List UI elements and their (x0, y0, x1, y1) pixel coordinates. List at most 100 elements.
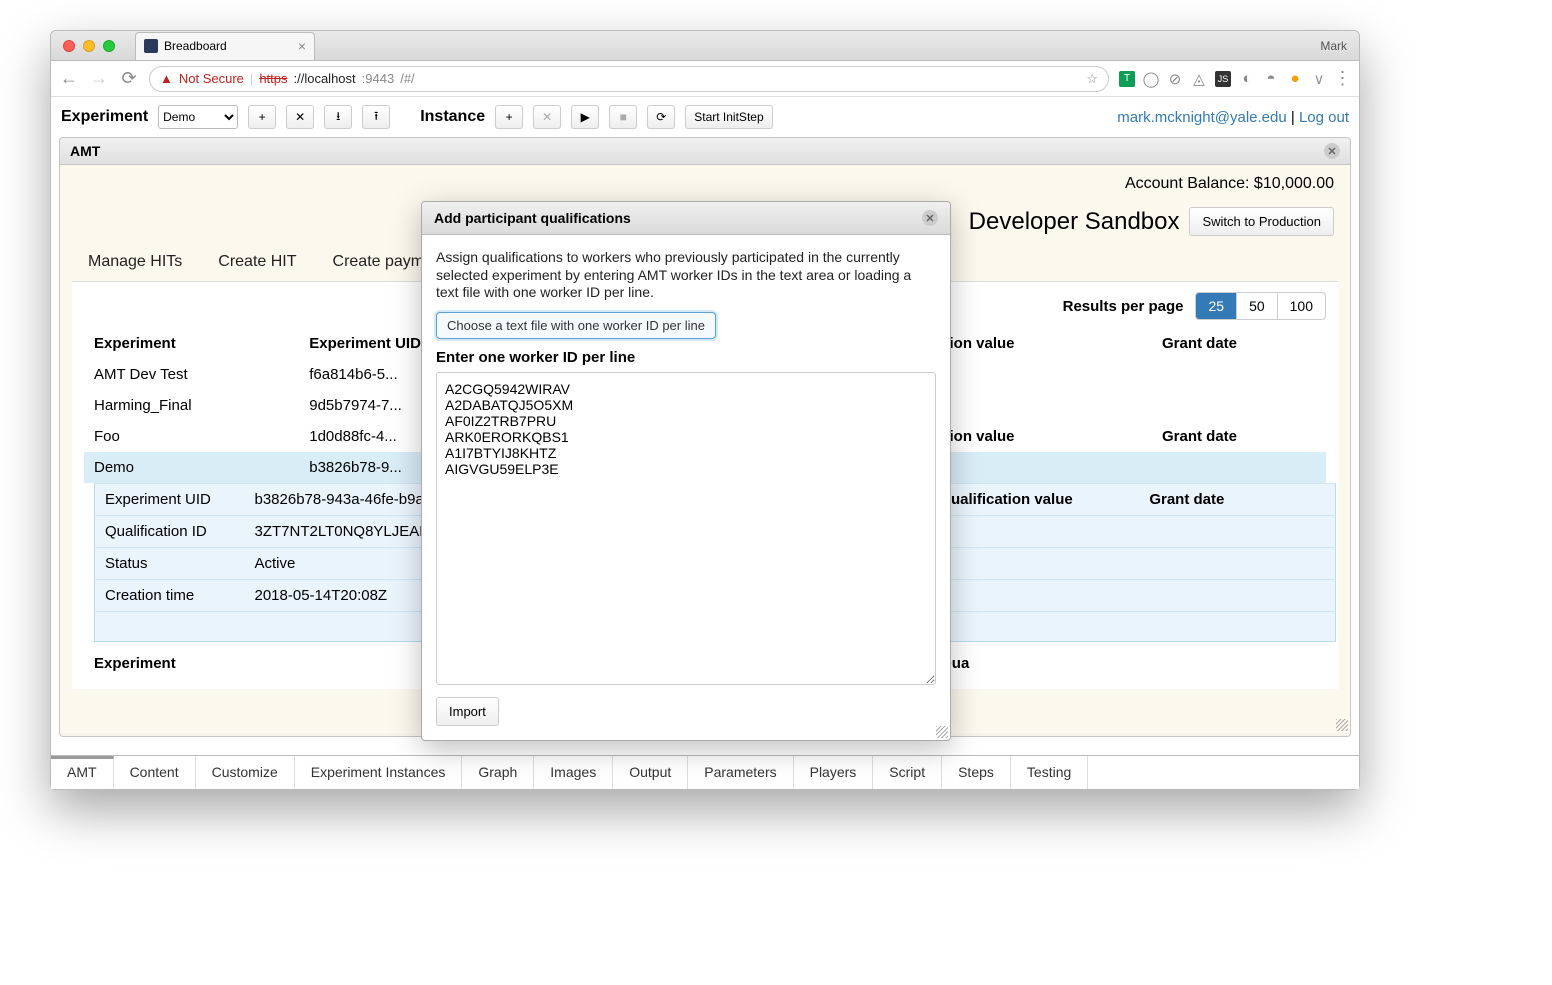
reload-icon[interactable]: ⟳ (119, 68, 139, 89)
import-button[interactable]: Import (436, 697, 499, 726)
footer-tab-graph[interactable]: Graph (462, 756, 534, 789)
favicon-icon (144, 39, 158, 53)
footer-tab-parameters[interactable]: Parameters (688, 756, 793, 789)
tab-create-hit[interactable]: Create HIT (218, 253, 296, 271)
start-initstep-button[interactable]: Start InitStep (685, 105, 772, 129)
modal-resize-grip[interactable] (936, 726, 948, 738)
footer-tab-instances[interactable]: Experiment Instances (295, 756, 463, 789)
sandbox-row: Developer Sandbox Switch to Production (969, 207, 1334, 236)
bookmark-icon[interactable]: ☆ (1086, 71, 1098, 87)
maximize-window-icon[interactable] (103, 40, 115, 52)
window-controls (51, 40, 115, 52)
extension-icons: T ◯ ⊘ ◬ JS ◐ ◓ ● ∨ ⋮ (1119, 71, 1351, 87)
experiment-label: Experiment (61, 108, 148, 126)
address-input[interactable]: ▲ Not Secure | https://localhost:9443/#/… (149, 66, 1109, 92)
url-scheme: https (259, 71, 287, 86)
ext-icon[interactable]: ∨ (1311, 71, 1327, 87)
results-25[interactable]: 25 (1196, 293, 1237, 319)
results-100[interactable]: 100 (1278, 293, 1325, 319)
th-experiment: Experiment (84, 328, 299, 359)
worker-ids-textarea[interactable] (436, 372, 936, 686)
delete-instance-button: ✕ (533, 105, 561, 129)
not-secure-label: Not Secure (179, 71, 244, 86)
stop-button: ■ (609, 105, 637, 129)
footer-tab-players[interactable]: Players (794, 756, 874, 789)
choose-file-button[interactable]: Choose a text file with one worker ID pe… (436, 312, 716, 339)
modal-header[interactable]: Add participant qualifications ✕ (422, 202, 950, 235)
ext-icon[interactable]: ⊘ (1167, 71, 1183, 87)
detail-label: Creation time (95, 580, 245, 612)
app-toolbar: Experiment Demo + ✕ ⭳ ⭱ Instance + ✕ ▶ ■… (51, 97, 1359, 137)
browser-window: Breadboard × Mark ← → ⟳ ▲ Not Secure | h… (50, 30, 1360, 790)
ext-icon[interactable]: T (1119, 71, 1135, 87)
forward-icon: → (89, 68, 109, 89)
import-button[interactable]: ⭱ (362, 105, 390, 129)
account-balance: Account Balance: $10,000.00 (1125, 175, 1334, 193)
results-segment: 25 50 100 (1195, 292, 1326, 320)
detail-label: Experiment UID (95, 484, 245, 516)
ext-icon[interactable]: JS (1215, 71, 1231, 87)
footer-tab-output[interactable]: Output (613, 756, 688, 789)
detail-label: Status (95, 548, 245, 580)
profile-label[interactable]: Mark (1320, 39, 1347, 53)
minimize-window-icon[interactable] (83, 40, 95, 52)
footer-tab-script[interactable]: Script (873, 756, 942, 789)
switch-production-button[interactable]: Switch to Production (1189, 207, 1334, 236)
instance-label: Instance (420, 108, 485, 126)
panel-header: AMT ✕ (60, 138, 1350, 165)
ext-icon[interactable]: ◯ (1143, 71, 1159, 87)
textarea-label: Enter one worker ID per line (436, 349, 936, 366)
url-bar: ← → ⟳ ▲ Not Secure | https://localhost:9… (51, 61, 1359, 97)
user-area: mark.mcknight@yale.edu | Log out (1117, 109, 1349, 126)
panel-resize-grip[interactable] (1336, 719, 1348, 731)
panel-title: AMT (70, 143, 100, 159)
logout-link[interactable]: Log out (1299, 109, 1349, 126)
add-instance-button[interactable]: + (495, 105, 523, 129)
th-grant: Grant date (1152, 328, 1326, 359)
url-port: :9443 (362, 71, 395, 86)
footer-tab-amt[interactable]: AMT (51, 756, 114, 789)
modal-description: Assign qualifications to workers who pre… (436, 249, 936, 302)
back-icon[interactable]: ← (59, 68, 79, 89)
th-qval: Qualification value (929, 484, 1139, 516)
tab-manage-hits[interactable]: Manage HITs (88, 253, 182, 271)
close-panel-icon[interactable]: ✕ (1324, 143, 1340, 159)
menu-icon[interactable]: ⋮ (1335, 71, 1351, 87)
th-qual: Qua (930, 648, 1108, 679)
experiment-select[interactable]: Demo (158, 105, 238, 129)
browser-tab[interactable]: Breadboard × (135, 32, 315, 60)
results-50[interactable]: 50 (1237, 293, 1278, 319)
modal-title: Add participant qualifications (434, 210, 631, 226)
url-path: /#/ (400, 71, 414, 86)
add-qualifications-modal: Add participant qualifications ✕ Assign … (421, 201, 951, 741)
footer-tab-content[interactable]: Content (114, 756, 196, 789)
footer-tabs: AMT Content Customize Experiment Instanc… (51, 755, 1359, 789)
refresh-button[interactable]: ⟳ (647, 105, 675, 129)
footer-tab-testing[interactable]: Testing (1011, 756, 1088, 789)
ext-icon[interactable]: ● (1287, 71, 1303, 87)
url-host: ://localhost (294, 71, 356, 86)
warning-icon: ▲ (160, 71, 173, 86)
modal-body: Assign qualifications to workers who pre… (422, 235, 950, 740)
footer-tab-steps[interactable]: Steps (942, 756, 1011, 789)
delete-experiment-button[interactable]: ✕ (286, 105, 314, 129)
close-window-icon[interactable] (63, 40, 75, 52)
results-label: Results per page (1063, 298, 1184, 315)
footer-tab-images[interactable]: Images (534, 756, 613, 789)
export-button[interactable]: ⭳ (324, 105, 352, 129)
th-grant: Grant date (1139, 484, 1335, 516)
sandbox-title: Developer Sandbox (969, 208, 1180, 236)
ext-icon[interactable]: ◐ (1239, 71, 1255, 87)
detail-label: Qualification ID (95, 516, 245, 548)
add-experiment-button[interactable]: + (248, 105, 276, 129)
user-email-link[interactable]: mark.mcknight@yale.edu (1117, 109, 1286, 126)
close-modal-icon[interactable]: ✕ (922, 210, 938, 226)
ext-icon[interactable]: ◓ (1263, 71, 1279, 87)
tab-title: Breadboard (164, 39, 227, 53)
ext-icon[interactable]: ◬ (1191, 71, 1207, 87)
footer-tab-customize[interactable]: Customize (196, 756, 295, 789)
th-experiment: Experiment (84, 648, 453, 679)
title-bar: Breadboard × Mark (51, 31, 1359, 61)
close-tab-icon[interactable]: × (298, 38, 306, 54)
play-button[interactable]: ▶ (571, 105, 599, 129)
